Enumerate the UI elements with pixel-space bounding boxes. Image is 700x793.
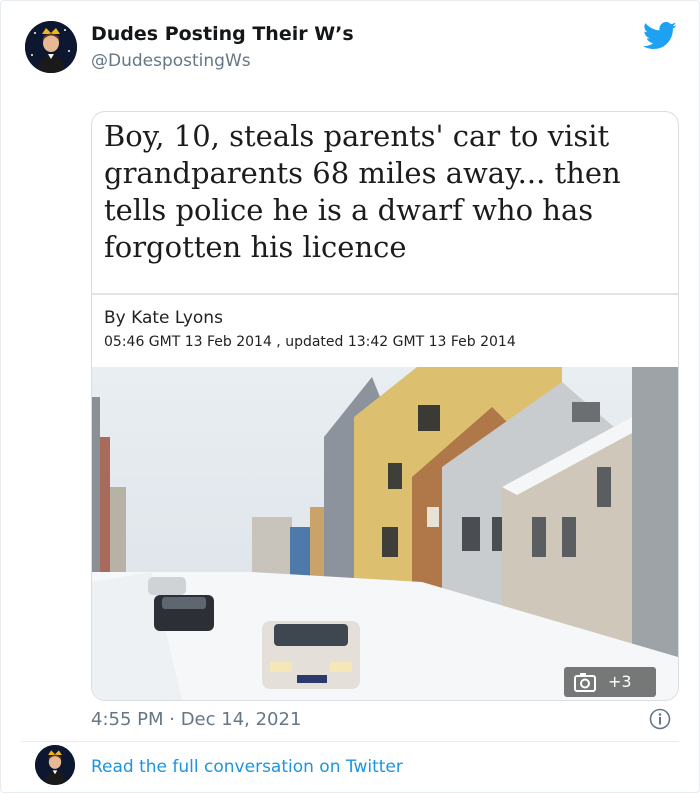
read-full-conversation-link[interactable]: Read the full conversation on Twitter xyxy=(91,757,403,777)
twitter-bird-icon[interactable] xyxy=(643,21,677,51)
tweet-card: Dudes Posting Their W’s @DudespostingWs … xyxy=(0,0,700,793)
article-photo[interactable] xyxy=(92,367,678,700)
article-dates: 05:46 GMT 13 Feb 2014 , updated 13:42 GM… xyxy=(104,334,516,350)
user-handle[interactable]: @DudespostingWs xyxy=(91,51,251,71)
article-headline: Boy, 10, steals parents' car to visit gr… xyxy=(104,119,621,264)
display-name[interactable]: Dudes Posting Their W’s xyxy=(91,23,354,45)
tweet-timestamp[interactable]: 4:55 PM · Dec 14, 2021 xyxy=(91,709,301,730)
divider xyxy=(92,293,678,295)
avatar[interactable] xyxy=(35,745,75,785)
info-icon[interactable] xyxy=(649,708,671,730)
divider xyxy=(21,741,679,742)
article-byline: By Kate Lyons xyxy=(104,308,223,328)
article-card[interactable]: Boy, 10, steals parents' car to visit gr… xyxy=(91,111,679,701)
avatar[interactable] xyxy=(25,21,77,73)
camera-icon xyxy=(574,672,596,692)
gallery-count: +3 xyxy=(608,672,632,691)
gallery-badge[interactable]: +3 xyxy=(564,667,656,697)
